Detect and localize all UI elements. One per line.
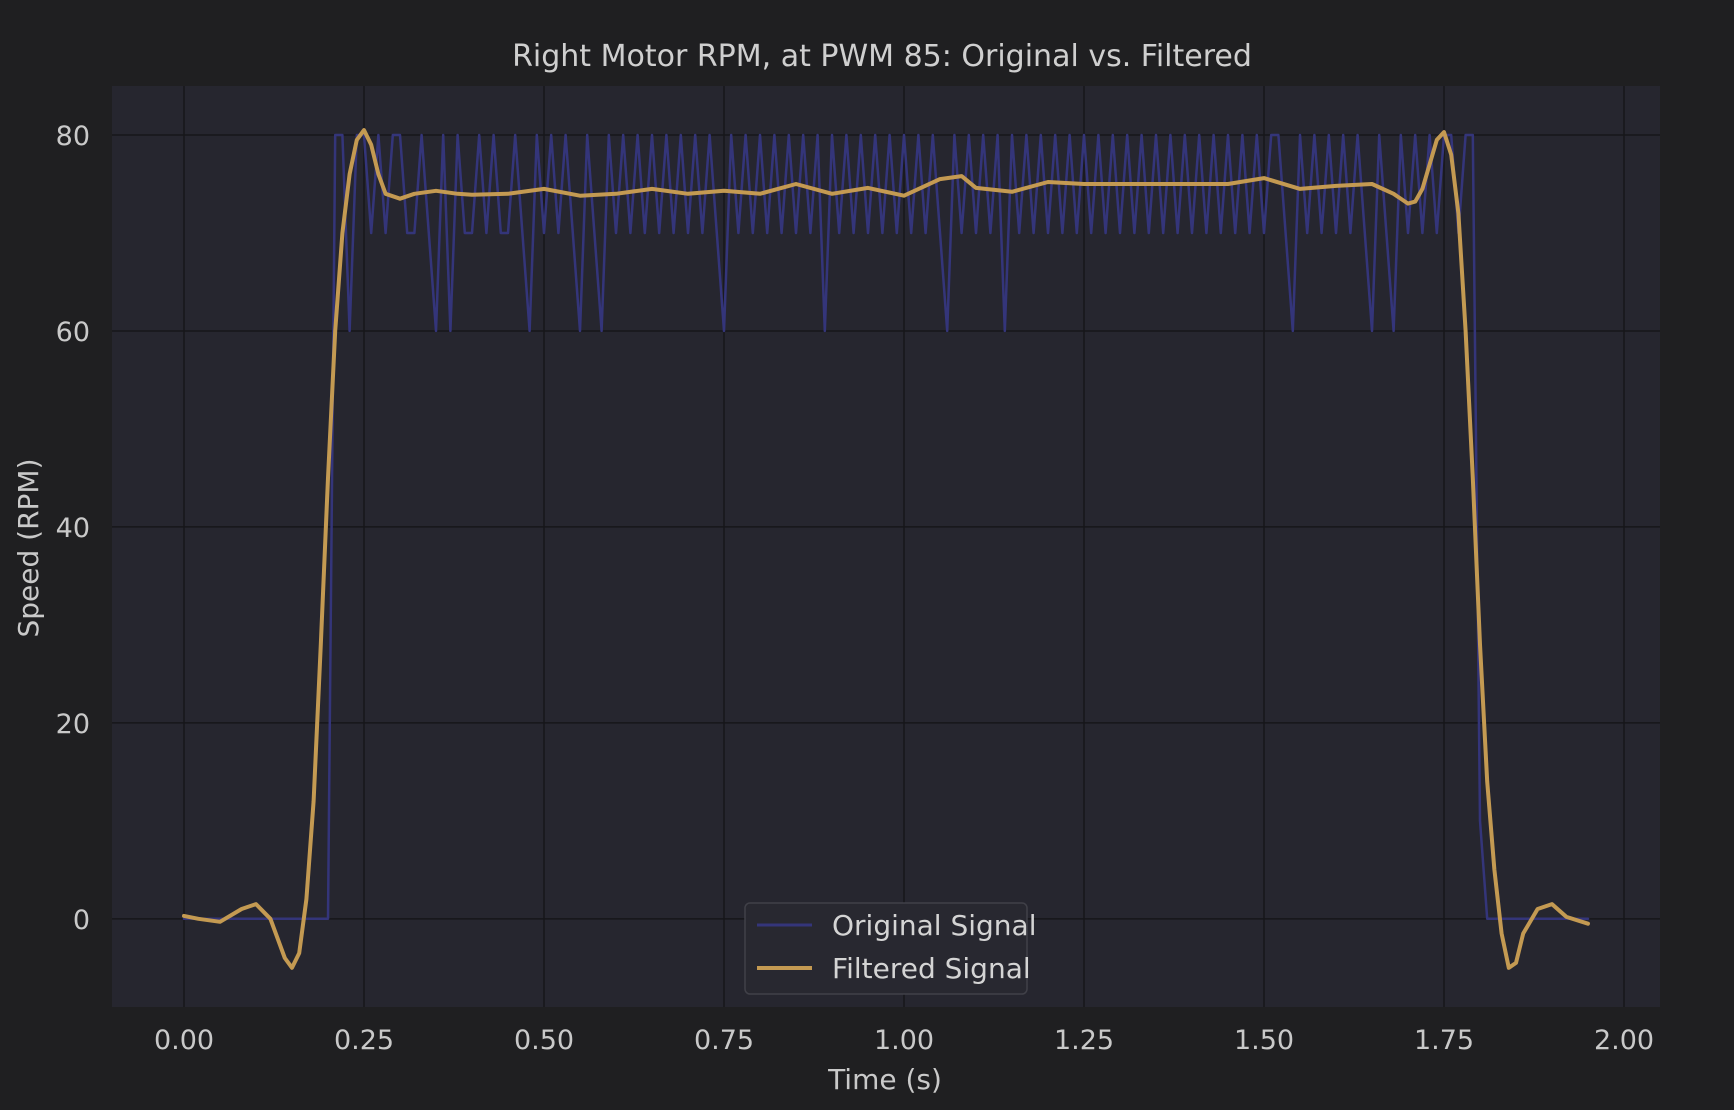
x-tick-label: 2.00 [1594, 1025, 1654, 1056]
y-tick-label: 80 [56, 121, 90, 152]
y-tick-label: 20 [56, 709, 90, 740]
y-axis-title: Speed (RPM) [12, 458, 45, 637]
x-tick-label: 0.00 [154, 1025, 214, 1056]
y-tick-label: 40 [56, 513, 90, 544]
x-tick-label: 1.50 [1234, 1025, 1294, 1056]
y-tick-label: 0 [73, 905, 90, 936]
x-tick-label: 1.75 [1414, 1025, 1474, 1056]
x-tick-label: 0.75 [694, 1025, 754, 1056]
x-tick-label: 1.25 [1054, 1025, 1114, 1056]
chart-title: Right Motor RPM, at PWM 85: Original vs.… [512, 39, 1252, 74]
y-tick-label: 60 [56, 317, 90, 348]
x-tick-label: 0.25 [334, 1025, 394, 1056]
legend-label-original: Original Signal [832, 909, 1036, 942]
x-axis-title: Time (s) [827, 1063, 942, 1096]
x-tick-label: 1.00 [874, 1025, 934, 1056]
x-tick-label: 0.50 [514, 1025, 574, 1056]
x-axis-ticks: 0.00 0.25 0.50 0.75 1.00 1.25 1.50 1.75 2.00 [154, 1025, 1654, 1056]
chart: 0.00 0.25 0.50 0.75 1.00 1.25 1.50 1.75 2.00 0 20… [0, 0, 1734, 1110]
legend: Original Signal Filtered Signal [744, 902, 1036, 995]
legend-label-filtered: Filtered Signal [832, 952, 1031, 985]
